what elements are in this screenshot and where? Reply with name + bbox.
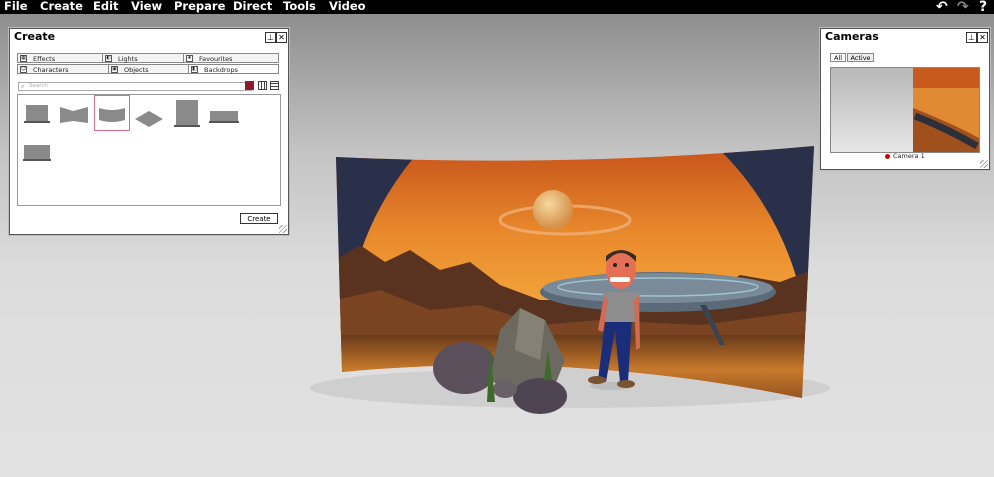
wide-backdrop-thumbnail[interactable] xyxy=(207,97,241,131)
redo-icon[interactable]: ↷ xyxy=(957,0,969,14)
menu-edit[interactable]: Edit xyxy=(93,0,119,13)
menu-create[interactable]: Create xyxy=(40,0,83,13)
lights-icon: ◐ xyxy=(105,55,112,62)
tall-backdrop-thumbnail[interactable] xyxy=(170,97,204,131)
objects-icon: ▣ xyxy=(111,66,118,73)
resize-grip-icon[interactable] xyxy=(980,160,988,168)
star-icon: ★ xyxy=(186,55,193,62)
list-view-icon[interactable] xyxy=(270,81,279,90)
pin-icon[interactable]: ⊥ xyxy=(966,32,977,43)
menu-file[interactable]: File xyxy=(4,0,28,13)
create-button[interactable]: Create xyxy=(240,213,278,224)
flat-backdrop-thumbnail[interactable] xyxy=(20,97,54,131)
create-panel-title: Create xyxy=(14,30,56,43)
camera-preview-image xyxy=(913,68,979,152)
angled-backdrop-thumbnail[interactable] xyxy=(57,97,91,131)
search-placeholder: Search xyxy=(29,83,48,89)
effects-icon: ▦ xyxy=(20,55,27,62)
pin-icon[interactable]: ⊥ xyxy=(265,32,276,43)
help-icon[interactable]: ? xyxy=(979,0,987,14)
menu-bar: File Create Edit View Prepare Direct Too… xyxy=(0,0,994,14)
tab-effects[interactable]: ▦ Effects xyxy=(17,53,103,63)
search-icon: ⌕ xyxy=(21,83,25,90)
backdrops-icon: ◧ xyxy=(191,66,198,73)
camera-preview[interactable] xyxy=(830,67,980,153)
tab-characters[interactable]: ☺ Characters xyxy=(17,64,109,74)
close-icon[interactable]: ✕ xyxy=(276,32,287,43)
search-input[interactable]: ⌕ Search xyxy=(18,82,252,91)
tab-lights[interactable]: ◐ Lights xyxy=(102,53,184,63)
tab-favourites[interactable]: ★ Favourites xyxy=(183,53,279,63)
menu-video[interactable]: Video xyxy=(329,0,366,13)
camera-label[interactable]: Camera 1 xyxy=(893,152,925,160)
backdrop-grid xyxy=(17,94,281,206)
resize-grip-icon[interactable] xyxy=(279,225,287,233)
floor-backdrop-thumbnail[interactable] xyxy=(132,97,166,131)
menu-prepare[interactable]: Prepare xyxy=(174,0,225,13)
small-backdrop-thumbnail[interactable] xyxy=(20,135,54,169)
characters-icon: ☺ xyxy=(20,66,27,73)
camera-status-dot xyxy=(885,154,890,159)
tab-active[interactable]: Active xyxy=(847,53,874,62)
grid-view-icon[interactable] xyxy=(258,81,267,90)
curved-backdrop-thumbnail[interactable] xyxy=(94,95,130,131)
tab-objects[interactable]: ▣ Objects xyxy=(108,64,189,74)
menu-tools[interactable]: Tools xyxy=(283,0,316,13)
menu-view[interactable]: View xyxy=(131,0,162,13)
cameras-panel-title: Cameras xyxy=(825,30,879,43)
undo-icon[interactable]: ↶ xyxy=(936,0,948,14)
tab-all[interactable]: All xyxy=(830,53,846,62)
menu-direct[interactable]: Direct xyxy=(233,0,272,13)
close-icon[interactable]: ✕ xyxy=(977,32,988,43)
tab-backdrops[interactable]: ◧ Backdrops xyxy=(188,64,279,74)
large-icons-view-icon[interactable] xyxy=(245,81,254,90)
